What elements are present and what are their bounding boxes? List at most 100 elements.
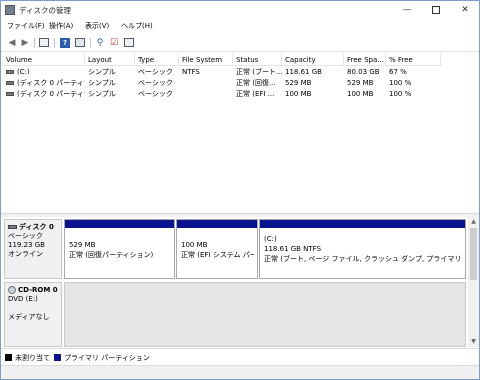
capacity-cell: 118.61 GB bbox=[285, 68, 322, 76]
disk-management-window: ディスクの管理 — ✕ ファイル(F) 操作(A) 表示(V) ヘルプ(H) ◀… bbox=[0, 0, 480, 380]
window-title: ディスクの管理 bbox=[19, 6, 71, 15]
disk-0-size: 119.23 GB bbox=[8, 241, 45, 249]
menu-action[interactable]: 操作(A) bbox=[49, 21, 73, 31]
cdrom-0-title: CD-ROM 0 bbox=[8, 286, 58, 295]
partition-c[interactable]: (C:) 118.61 GB NTFS 正常 (ブート, ページ ファイル, ク… bbox=[259, 219, 466, 279]
cd-rom-icon bbox=[8, 286, 16, 294]
partition-efi[interactable]: 100 MB 正常 (EFI システム パーティ bbox=[176, 219, 258, 279]
primary-partition-swatch bbox=[54, 354, 61, 361]
column-header-percent-free[interactable]: % Free bbox=[386, 54, 441, 66]
forward-arrow-icon[interactable]: ▶ bbox=[18, 36, 32, 50]
drive-icon bbox=[6, 70, 14, 74]
menu-file[interactable]: ファイル(F) bbox=[7, 21, 45, 31]
legend-primary-partition: プライマリ パーティション bbox=[64, 354, 150, 362]
free-space-cell: 529 MB bbox=[347, 79, 374, 87]
table-row[interactable]: (ディスク 0 パーティシ... シンプル ベーシック 正常 (回復... 52… bbox=[3, 78, 479, 89]
table-row[interactable]: (C:) シンプル ベーシック NTFS 正常 (ブート... 118.61 G… bbox=[3, 67, 479, 78]
cdrom-0-drive: DVD (E:) bbox=[8, 295, 38, 303]
capacity-cell: 100 MB bbox=[285, 90, 312, 98]
drive-icon bbox=[6, 92, 14, 96]
scroll-up-icon[interactable]: ▲ bbox=[468, 217, 479, 227]
column-header-capacity[interactable]: Capacity bbox=[282, 54, 344, 66]
maximize-icon bbox=[432, 5, 440, 14]
partition-status: 正常 (EFI システム パーティ bbox=[181, 251, 254, 259]
status-bar bbox=[1, 365, 479, 379]
toolbar: ◀ ▶ ? ⚲ ☑ bbox=[1, 34, 479, 52]
partition-info: 100 MB 正常 (EFI システム パーティ bbox=[181, 240, 254, 260]
disk-layout-pane: ディスク 0 ベーシック 119.23 GB オンライン 529 MB 正常 (… bbox=[1, 217, 479, 347]
hard-disk-icon bbox=[8, 225, 17, 229]
partition-status: 正常 (回復パーティション) bbox=[69, 251, 154, 259]
primary-partition-bar bbox=[260, 220, 465, 228]
drive-icon bbox=[6, 81, 14, 85]
view-icon[interactable] bbox=[122, 36, 136, 50]
capacity-cell: 529 MB bbox=[285, 79, 312, 87]
disk-0-type: ベーシック bbox=[8, 232, 43, 240]
scroll-down-icon[interactable]: ▼ bbox=[468, 337, 479, 347]
toolbar-separator bbox=[54, 38, 55, 48]
partition-recovery[interactable]: 529 MB 正常 (回復パーティション) bbox=[64, 219, 175, 279]
minimize-button[interactable]: — bbox=[393, 1, 421, 19]
disk-management-app-icon bbox=[5, 5, 15, 15]
back-arrow-icon[interactable]: ◀ bbox=[5, 36, 19, 50]
table-row[interactable]: (ディスク 0 パーティシ... シンプル ベーシック 正常 (EFI ... … bbox=[3, 89, 479, 100]
volume-cell: (ディスク 0 パーティシ... bbox=[3, 78, 85, 89]
scroll-thumb[interactable] bbox=[470, 228, 477, 280]
fs-cell bbox=[179, 89, 233, 100]
cdrom-0-empty-area[interactable] bbox=[64, 282, 466, 347]
cdrom-0-media: メディアなし bbox=[8, 313, 50, 321]
check-icon[interactable]: ☑ bbox=[107, 36, 121, 50]
vertical-scrollbar[interactable]: ▲ ▼ bbox=[468, 217, 479, 347]
free-space-cell: 80.03 GB bbox=[347, 68, 380, 76]
disk-0-title: ディスク 0 bbox=[8, 223, 58, 232]
fs-cell: NTFS bbox=[182, 68, 200, 76]
layout-cell: シンプル bbox=[88, 90, 116, 98]
partition-size: 529 MB bbox=[69, 241, 96, 249]
legend-unallocated: 未割り当て bbox=[15, 354, 50, 362]
connect-icon[interactable]: ⚲ bbox=[93, 36, 107, 50]
column-header-volume[interactable]: Volume bbox=[3, 54, 85, 66]
layout-cell: シンプル bbox=[88, 68, 116, 76]
status-cell: 正常 (EFI ... bbox=[236, 90, 275, 98]
fs-cell bbox=[179, 78, 233, 89]
percent-free-cell: 67 % bbox=[389, 68, 407, 76]
column-header-type[interactable]: Type bbox=[135, 54, 179, 66]
partition-size: 100 MB bbox=[181, 241, 208, 249]
volume-list: Volume Layout Type File System Status Ca… bbox=[3, 54, 479, 212]
type-cell: ベーシック bbox=[138, 68, 173, 76]
partition-size: 118.61 GB NTFS bbox=[264, 245, 322, 253]
disk-0-label[interactable]: ディスク 0 ベーシック 119.23 GB オンライン bbox=[4, 219, 62, 279]
toolbar-separator bbox=[34, 38, 35, 48]
partition-info: 529 MB 正常 (回復パーティション) bbox=[69, 240, 171, 260]
cdrom-0-label[interactable]: CD-ROM 0 DVD (E:) メディアなし bbox=[4, 282, 62, 347]
partition-label: (C:) bbox=[264, 235, 277, 243]
type-cell: ベーシック bbox=[138, 79, 173, 87]
primary-partition-bar bbox=[65, 220, 174, 228]
column-header-file-system[interactable]: File System bbox=[179, 54, 233, 66]
disk-0-state: オンライン bbox=[8, 250, 43, 258]
help-icon[interactable]: ? bbox=[58, 36, 72, 50]
menu-view[interactable]: 表示(V) bbox=[85, 21, 109, 31]
volume-cell: (C:) bbox=[3, 67, 85, 78]
layout-cell: シンプル bbox=[88, 79, 116, 87]
menu-bar: ファイル(F) 操作(A) 表示(V) ヘルプ(H) bbox=[1, 19, 479, 33]
column-header-status[interactable]: Status bbox=[233, 54, 282, 66]
status-cell: 正常 (回復... bbox=[236, 79, 276, 87]
free-space-cell: 100 MB bbox=[347, 90, 374, 98]
column-header-free-space[interactable]: Free Spa... bbox=[344, 54, 386, 66]
close-button[interactable]: ✕ bbox=[451, 1, 479, 19]
title-bar[interactable]: ディスクの管理 — ✕ bbox=[1, 1, 479, 19]
percent-free-cell: 100 % bbox=[389, 79, 412, 87]
maximize-button[interactable] bbox=[422, 1, 450, 19]
grid-view-icon[interactable] bbox=[73, 36, 87, 50]
type-cell: ベーシック bbox=[138, 90, 173, 98]
volume-cell: (ディスク 0 パーティシ... bbox=[3, 89, 85, 100]
column-header-layout[interactable]: Layout bbox=[85, 54, 135, 66]
menu-help[interactable]: ヘルプ(H) bbox=[121, 21, 153, 31]
percent-free-cell: 100 % bbox=[389, 90, 412, 98]
partition-status: 正常 (ブート, ページ ファイル, クラッシュ ダンプ, プライマリ パーティ… bbox=[264, 255, 462, 263]
toolbar-separator bbox=[90, 38, 91, 48]
partition-info: (C:) 118.61 GB NTFS 正常 (ブート, ページ ファイル, ク… bbox=[264, 234, 462, 264]
properties-icon[interactable] bbox=[37, 36, 51, 50]
status-cell: 正常 (ブート... bbox=[236, 68, 282, 76]
